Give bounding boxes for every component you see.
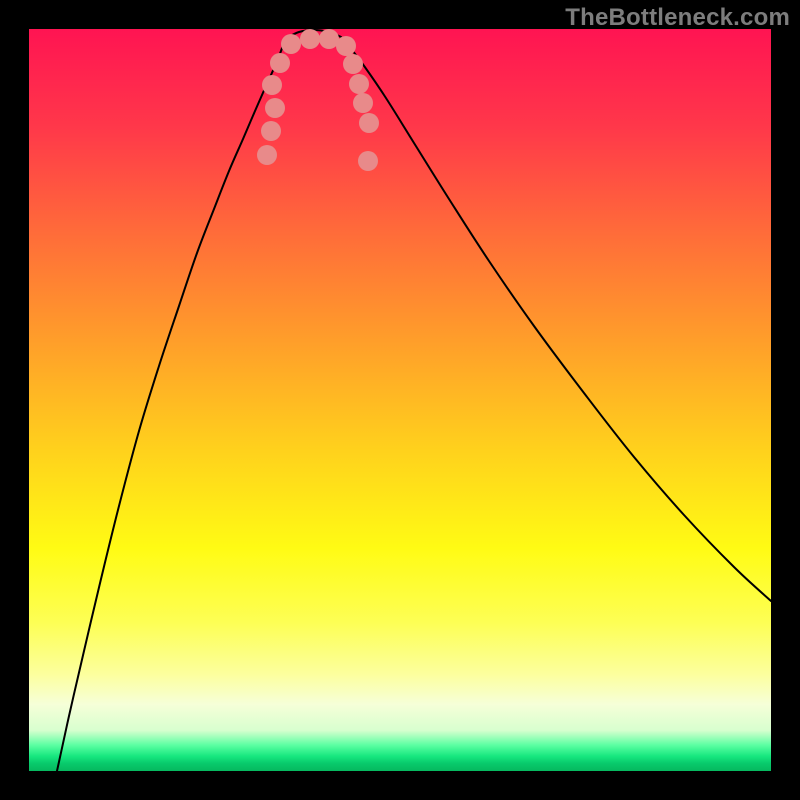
curve-overlay [29,29,771,771]
series-right-curve [341,37,771,601]
marker-dot [343,54,363,74]
marker-dot [336,36,356,56]
marker-dot [358,151,378,171]
curve-series-group [57,30,771,771]
marker-dot [265,98,285,118]
marker-dot [349,74,369,94]
marker-dot [281,34,301,54]
marker-dot [270,53,290,73]
marker-dot [353,93,373,113]
plot-area [29,29,771,771]
marker-dot [261,121,281,141]
marker-dot [257,145,277,165]
watermark-text: TheBottleneck.com [565,4,790,32]
marker-dot [300,29,320,49]
chart-frame: TheBottleneck.com [0,0,800,800]
marker-dot [262,75,282,95]
series-left-curve [57,39,285,771]
marker-dot [359,113,379,133]
marker-group [257,29,379,171]
